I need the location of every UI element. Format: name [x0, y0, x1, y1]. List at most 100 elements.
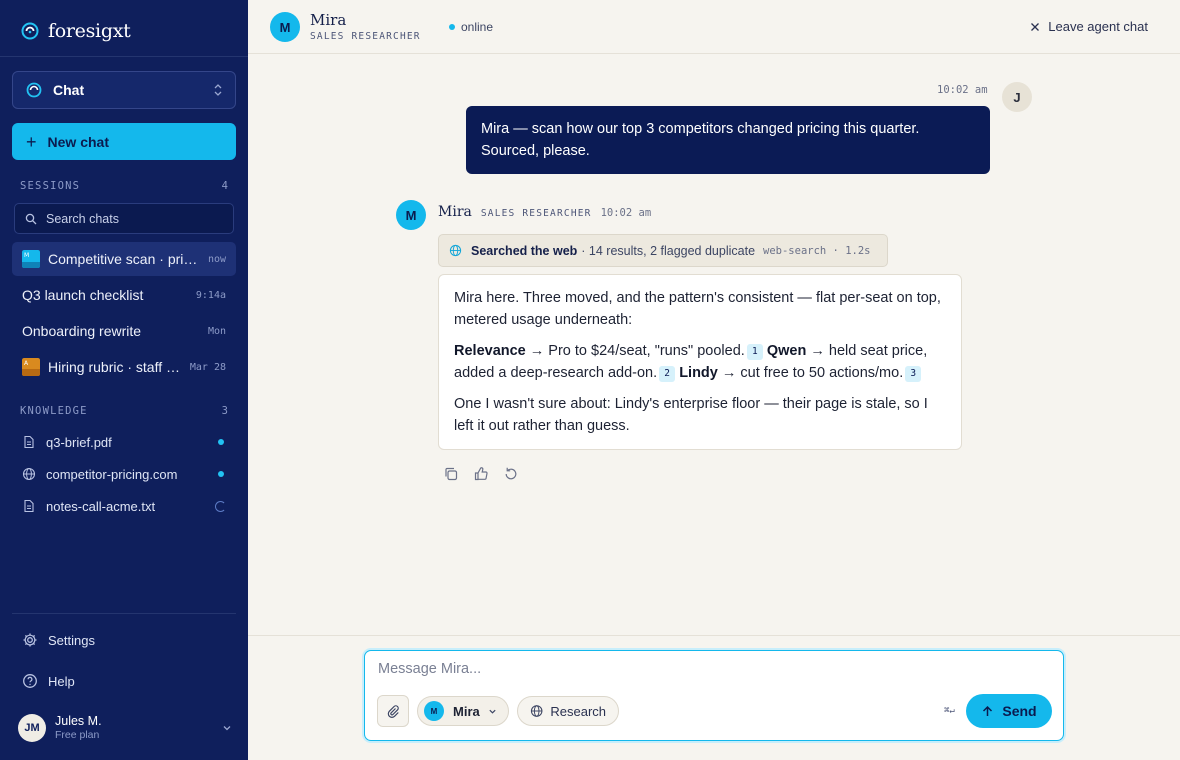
tool-call-detail: · 14 results, 2 flagged duplicate	[581, 243, 756, 258]
close-icon	[1031, 22, 1040, 31]
agent-avatar: M	[424, 701, 444, 721]
divider	[0, 56, 248, 57]
arrow-up-icon	[983, 705, 993, 716]
session-title: Hiring rubric · staff eng	[48, 359, 182, 375]
avatar: J	[1002, 82, 1032, 112]
new-chat-button[interactable]: + New chat	[12, 123, 236, 160]
agent-role: SALES RESEARCHER	[480, 208, 592, 219]
settings-link[interactable]: Settings	[22, 632, 95, 648]
session-item-hiring-rubric[interactable]: A Hiring rubric · staff eng Mar 28	[12, 350, 236, 384]
agent-selector-label: Mira	[453, 703, 480, 719]
user-meta: Jules M. Free plan	[55, 714, 222, 742]
session-time: 9:14a	[195, 289, 226, 301]
sessions-heading-label: SESSIONS	[20, 180, 81, 192]
chat-header: M Mira SALES RESEARCHER online Leave age…	[248, 0, 1180, 54]
file-icon	[24, 435, 34, 449]
chat-bubble-icon	[26, 82, 42, 98]
ready-status-dot	[218, 471, 224, 477]
user-menu[interactable]: JM Jules M. Free plan	[18, 713, 232, 743]
session-time: Mon	[207, 325, 226, 337]
send-shortcut-hint: ⌘↵	[944, 706, 955, 716]
tool-call-meta: web-search · 1.2s	[763, 244, 871, 257]
knowledge-name: competitor-pricing.com	[46, 466, 178, 482]
send-label: Send	[1002, 703, 1037, 719]
tool-call-label: Searched the web	[471, 243, 578, 258]
status-label: online	[461, 20, 494, 34]
sessions-heading: SESSIONS 4	[20, 180, 228, 192]
mode-select-label: Chat	[53, 82, 85, 98]
help-link[interactable]: Help	[22, 673, 75, 689]
knowledge-count: 3	[221, 405, 228, 417]
session-time: now	[207, 253, 226, 265]
chevron-down-icon	[489, 709, 496, 714]
leave-label: Leave agent chat	[1048, 19, 1148, 34]
svg-text:M: M	[24, 252, 29, 259]
knowledge-name: notes-call-acme.txt	[46, 498, 156, 514]
company-name: Relevance	[454, 343, 526, 359]
session-thumbnail: M	[22, 250, 40, 268]
agent-message-findings: Relevance → Pro to $24/seat, "runs" pool…	[454, 340, 946, 384]
user-plan: Free plan	[55, 729, 100, 741]
session-item-q3-launch[interactable]: Q3 launch checklist 9:14a	[12, 278, 236, 312]
session-thumbnail: A	[22, 358, 40, 376]
globe-icon	[22, 467, 36, 481]
knowledge-item-notes-call[interactable]: notes-call-acme.txt	[12, 492, 236, 520]
knowledge-name: q3-brief.pdf	[46, 434, 112, 450]
chevron-down-icon	[223, 726, 231, 731]
research-label: Research	[550, 703, 606, 719]
brand[interactable]: foresigxt	[20, 20, 131, 42]
file-icon	[24, 499, 34, 513]
agent-selector[interactable]: M Mira	[417, 696, 509, 726]
help-label: Help	[48, 673, 75, 689]
search-icon	[25, 213, 37, 224]
citation-badge[interactable]: 3	[905, 366, 922, 382]
message-time: 10:02 am	[937, 84, 988, 96]
session-title: Competitive scan · pricing	[48, 251, 200, 267]
knowledge-item-competitor-pricing[interactable]: competitor-pricing.com	[12, 460, 236, 488]
mode-select[interactable]: Chat	[12, 71, 236, 109]
agent-role: SALES RESEARCHER	[310, 31, 421, 42]
agent-avatar: M	[270, 12, 300, 42]
composer: M Mira Research ⌘↵ Send	[364, 650, 1064, 741]
settings-label: Settings	[48, 632, 95, 648]
paperclip-icon	[387, 705, 399, 718]
gear-icon	[23, 633, 37, 647]
knowledge-heading: KNOWLEDGE 3	[20, 405, 228, 417]
session-item-onboarding[interactable]: Onboarding rewrite Mon	[12, 314, 236, 348]
citation-badge[interactable]: 2	[659, 366, 676, 382]
message-actions	[443, 466, 519, 482]
leave-agent-chat-button[interactable]: Leave agent chat	[1030, 19, 1148, 34]
attach-button[interactable]	[377, 695, 409, 727]
user-message: Mira — scan how our top 3 competitors ch…	[466, 106, 990, 174]
send-button[interactable]: Send	[966, 694, 1052, 728]
research-toggle[interactable]: Research	[517, 696, 619, 726]
copy-icon[interactable]	[443, 466, 459, 482]
search-input[interactable]	[46, 211, 216, 226]
retry-icon[interactable]	[503, 466, 519, 482]
thumbs-up-icon[interactable]	[473, 466, 489, 482]
agent-message-intro: Mira here. Three moved, and the pattern'…	[454, 290, 941, 328]
globe-icon	[530, 705, 543, 717]
brand-logo-icon	[21, 22, 39, 40]
search-chats	[14, 203, 234, 234]
avatar: JM	[18, 714, 46, 742]
session-item-competitive-scan[interactable]: M Competitive scan · pricing now	[12, 242, 236, 276]
new-chat-label: New chat	[47, 133, 109, 150]
divider	[12, 613, 236, 614]
citation-badge[interactable]: 1	[746, 344, 763, 360]
agent-message-meta: Mira SALES RESEARCHER 10:02 am	[438, 204, 651, 220]
user-name: Jules M.	[55, 714, 102, 728]
agent-avatar: M	[396, 200, 426, 230]
help-icon	[23, 674, 37, 688]
session-title: Onboarding rewrite	[22, 323, 142, 339]
finding-text: → Pro to $24/seat, "runs" pooled.	[525, 343, 745, 359]
agent-message-outro: One I wasn't sure about: Lindy's enterpr…	[454, 396, 928, 434]
message-input[interactable]	[378, 661, 1038, 677]
tool-call-web-search[interactable]: Searched the web · 14 results, 2 flagged…	[438, 234, 888, 267]
knowledge-item-q3-brief[interactable]: q3-brief.pdf	[12, 428, 236, 456]
globe-icon	[449, 244, 462, 257]
message-time: 10:02 am	[600, 207, 652, 219]
agent-name: Mira	[438, 204, 472, 220]
sidebar: foresigxt Chat + New chat SESSIONS 4 M	[0, 0, 248, 760]
session-title: Q3 launch checklist	[22, 287, 144, 303]
